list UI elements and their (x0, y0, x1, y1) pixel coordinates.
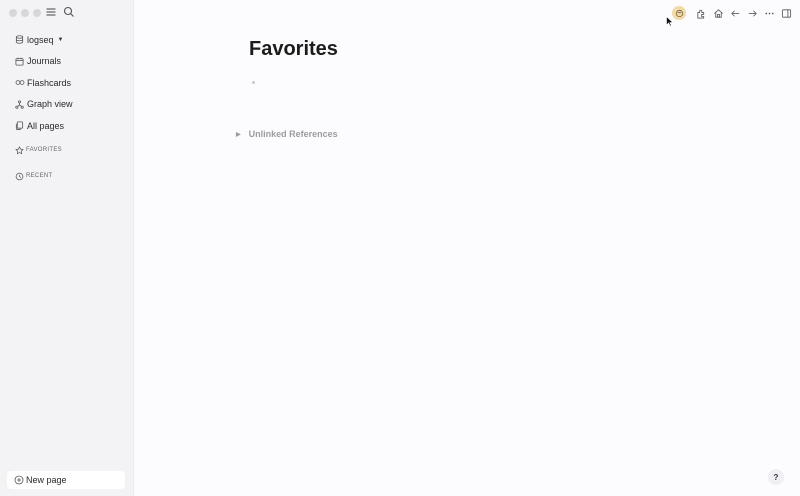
more-icon[interactable] (763, 5, 775, 21)
arrow-left-icon[interactable] (729, 5, 741, 21)
sidebar-item-label: Flashcards (27, 77, 72, 88)
graph-icon (13, 100, 26, 109)
new-page-label: New page (26, 475, 67, 485)
new-page-button[interactable]: New page (7, 471, 125, 489)
history-icon (13, 172, 26, 181)
sidebar-nav: logseq ▼ Journals Flashcards Graph view (7, 29, 127, 137)
right-sidebar-toggle-icon[interactable] (780, 5, 792, 21)
graph-selector[interactable]: logseq ▼ (7, 29, 127, 51)
caret-right-icon: ▶ (236, 131, 241, 138)
main-content: Favorites ▶ Unlinked References (133, 0, 800, 496)
home-icon[interactable] (712, 5, 724, 21)
sidebar-item-graph-view[interactable]: Graph view (7, 94, 127, 116)
recent-section[interactable]: RECENT (7, 169, 133, 183)
favorites-section[interactable]: FAVORITES (7, 143, 133, 157)
mouse-cursor-icon (666, 14, 674, 32)
left-sidebar: logseq ▼ Journals Flashcards Graph view (0, 0, 134, 496)
sidebar-item-journals[interactable]: Journals (7, 51, 127, 73)
search-icon[interactable] (63, 6, 75, 18)
recent-label: RECENT (26, 173, 53, 179)
sidebar-item-label: Graph view (27, 99, 73, 110)
pages-icon (13, 121, 26, 131)
infinity-icon (13, 78, 26, 87)
graph-name: logseq (27, 34, 54, 45)
help-button[interactable]: ? (768, 469, 784, 485)
minimize-window-button[interactable] (21, 9, 29, 17)
puzzle-icon[interactable] (695, 5, 707, 21)
top-toolbar (672, 5, 792, 21)
chevron-down-icon: ▼ (57, 36, 64, 43)
sync-avatar-button[interactable] (672, 6, 686, 20)
calendar-icon (13, 57, 26, 66)
unlinked-references-label: Unlinked References (248, 129, 338, 139)
favorites-label: FAVORITES (26, 147, 62, 153)
unlinked-references-toggle[interactable]: ▶ Unlinked References (236, 129, 338, 139)
plus-circle-icon (12, 475, 26, 485)
empty-block-bullet[interactable] (252, 81, 255, 84)
database-icon (13, 35, 26, 44)
menu-icon[interactable] (45, 6, 57, 18)
page-title[interactable]: Favorites (249, 38, 338, 61)
arrow-right-icon[interactable] (746, 5, 758, 21)
close-window-button[interactable] (9, 9, 17, 17)
sidebar-item-label: Journals (27, 56, 62, 67)
window-controls (9, 9, 41, 17)
star-icon (13, 145, 26, 155)
sidebar-item-flashcards[interactable]: Flashcards (7, 72, 127, 94)
maximize-window-button[interactable] (33, 9, 41, 17)
sidebar-item-label: All pages (27, 120, 65, 131)
sidebar-item-all-pages[interactable]: All pages (7, 115, 127, 137)
